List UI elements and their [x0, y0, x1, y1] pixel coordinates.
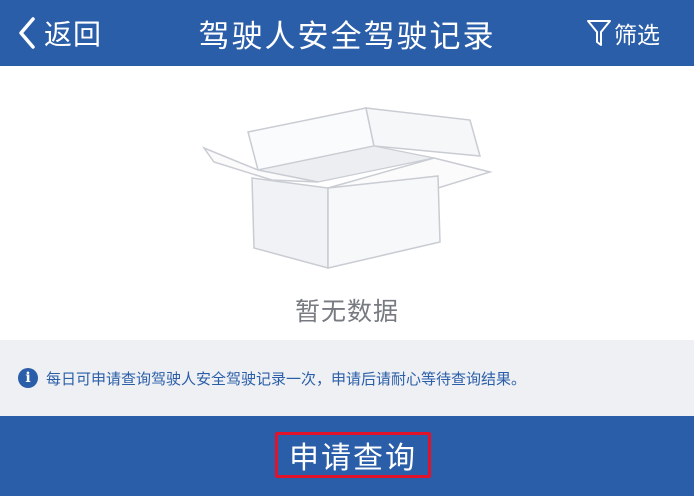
notice-bar: i 每日可申请查询驾驶人安全驾驶记录一次，申请后请耐心等待查询结果。 [0, 340, 694, 416]
notice-text: 每日可申请查询驾驶人安全驾驶记录一次，申请后请耐心等待查询结果。 [46, 369, 527, 388]
empty-state-text: 暂无数据 [294, 297, 399, 326]
info-icon: i [18, 368, 38, 388]
filter-button[interactable]: 筛选 [586, 10, 660, 56]
back-button[interactable]: 返回 [18, 10, 102, 56]
apply-query-button[interactable]: 申请查询 [275, 432, 431, 478]
filter-label: 筛选 [614, 23, 660, 49]
back-label: 返回 [44, 18, 103, 51]
funnel-icon [587, 20, 611, 46]
records-panel: 暂无数据 [0, 66, 694, 340]
bottom-bar: 申请查询 [0, 416, 694, 496]
empty-box-icon [201, 107, 493, 269]
top-bar: 返回 驾驶人安全驾驶记录 筛选 [0, 0, 694, 66]
chevron-left-icon [19, 17, 35, 49]
